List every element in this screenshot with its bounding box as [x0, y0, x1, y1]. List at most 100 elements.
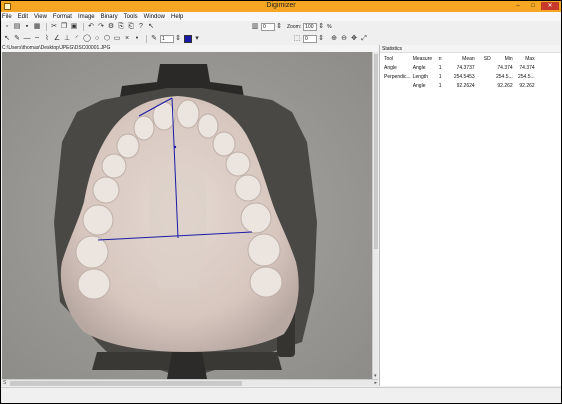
cell-sd — [476, 81, 492, 90]
window-title: Digimizer — [266, 2, 296, 9]
dental-cast-photo — [2, 52, 372, 379]
menu-binary[interactable]: Binary — [101, 14, 118, 20]
menu-file[interactable]: File — [2, 14, 12, 20]
spin-icon[interactable]: ⇕ — [275, 23, 283, 31]
cell-measure: Angle — [412, 64, 426, 71]
toolbar-tools: ↖ ✎ — ╌ ⌇ ∠ ⊥ ◜ ◯ ○ ⬡ ▭ × • ✎ 1 ⇕ ▾ ⬚ 0 … — [1, 33, 561, 45]
col-header-mean[interactable]: Mean — [448, 54, 476, 63]
col-header-max[interactable]: Max — [514, 54, 536, 63]
menu-window[interactable]: Window — [144, 14, 165, 20]
print-icon[interactable]: ▦ — [33, 23, 41, 31]
maximize-button[interactable]: □ — [526, 2, 540, 10]
copy-icon[interactable]: ❐ — [60, 23, 68, 31]
grid-icon[interactable]: ▥ — [251, 23, 259, 31]
close-button[interactable]: ✕ — [541, 2, 559, 10]
cell-n: 1 — [438, 64, 442, 71]
table-row[interactable]: Angle Angle 1 74.3737 74.374 74.374 — [383, 63, 536, 72]
pan-icon[interactable]: ✥ — [350, 35, 358, 43]
pen-icon[interactable]: ✎ — [13, 35, 21, 43]
arc-icon[interactable]: ◜ — [73, 35, 81, 43]
toolbar-divider — [83, 23, 84, 31]
toolbar-divider — [46, 23, 47, 31]
col-header-sd[interactable]: SD — [476, 54, 492, 63]
draw-tool-icon[interactable]: ✎ — [150, 35, 158, 43]
cell-min: 92.262 — [497, 82, 513, 89]
col-header-n[interactable]: n — [438, 54, 448, 63]
select-arrow-icon[interactable]: ↖ — [3, 35, 11, 43]
copy-image-icon[interactable]: ⎘ — [117, 23, 125, 31]
image-canvas[interactable] — [2, 52, 372, 379]
zoom-unit: % — [327, 24, 332, 30]
polygon-icon[interactable]: ⬡ — [103, 35, 111, 43]
cell-measure: Angle — [412, 82, 426, 89]
zoom-label: Zoom: — [287, 24, 302, 30]
angle-icon[interactable]: ∠ — [53, 35, 61, 43]
col-header-measure[interactable]: Measure — [412, 54, 438, 63]
line-color-swatch[interactable] — [184, 35, 192, 43]
col-header-min[interactable]: Min — [492, 54, 514, 63]
save-icon[interactable]: ▪ — [23, 23, 31, 31]
cell-measure: Length — [412, 73, 428, 80]
menu-format[interactable]: Format — [53, 14, 72, 20]
marker-icon[interactable]: × — [123, 35, 131, 43]
table-row[interactable]: Perpendic... Length 1 254.5453 254.5... … — [383, 72, 536, 81]
polyline-icon[interactable]: ⌇ — [43, 35, 51, 43]
rectangle-icon[interactable]: ▭ — [113, 35, 121, 43]
ellipse-icon[interactable]: ◯ — [83, 35, 91, 43]
zoom-input[interactable]: 100 — [303, 23, 318, 31]
paste-icon[interactable]: ▣ — [70, 23, 78, 31]
open-folder-icon[interactable]: ▤ — [13, 23, 21, 31]
snap-spin-icon[interactable]: ⇕ — [317, 35, 325, 43]
cell-mean: 74.3737 — [456, 64, 475, 71]
menu-help[interactable]: Help — [171, 14, 183, 20]
redo-icon[interactable]: ↷ — [97, 23, 105, 31]
cut-icon[interactable]: ✂ — [50, 23, 58, 31]
line-width-spin-icon[interactable]: ⇕ — [174, 35, 182, 43]
scroll-left-label[interactable]: S — [3, 380, 6, 386]
help-icon[interactable]: ? — [137, 23, 145, 31]
dashed-line-icon[interactable]: ╌ — [33, 35, 41, 43]
paste-image-icon[interactable]: ⎗ — [127, 23, 135, 31]
cell-max: 74.374 — [519, 64, 535, 71]
vertical-scrollbar[interactable]: ▾ — [372, 52, 378, 379]
image-path: C:\Users\thomas\Desktop\JPEG\DSC00001.JP… — [1, 45, 378, 52]
color-dropdown-icon[interactable]: ▾ — [193, 35, 201, 43]
circle-icon[interactable]: ○ — [93, 35, 101, 43]
cell-min: 254.5... — [496, 73, 513, 80]
horizontal-scrollbar[interactable]: S ▸ — [2, 379, 378, 386]
table-row[interactable]: Angle 1 92.2624 92.262 92.262 — [383, 81, 536, 90]
fit-window-icon[interactable]: ⤢ — [360, 35, 368, 43]
new-file-icon[interactable]: ▫ — [3, 23, 11, 31]
point-icon[interactable]: • — [133, 35, 141, 43]
horizontal-scroll-thumb[interactable] — [10, 381, 242, 386]
pointer-help-icon[interactable]: ↖ — [147, 23, 155, 31]
statistics-panel: Statistics Tool Measure n Mean SD Min Ma… — [379, 45, 561, 386]
cell-tool: Angle — [384, 64, 397, 71]
zoom-out-icon[interactable]: ⊖ — [340, 35, 348, 43]
cell-mean: 92.2624 — [456, 82, 475, 89]
cell-tool: Perpendic... — [384, 73, 411, 80]
undo-icon[interactable]: ↶ — [87, 23, 95, 31]
zoom-tool-icon[interactable]: ⬚ — [293, 35, 301, 43]
title-bar: Digimizer – □ ✕ — [1, 1, 561, 12]
vertical-scroll-thumb[interactable] — [374, 54, 378, 249]
menu-tools[interactable]: Tools — [124, 14, 138, 20]
line-width-field[interactable]: 1 — [160, 35, 174, 43]
zoom-spin-icon[interactable]: ⇕ — [317, 23, 325, 31]
table-header-row: Tool Measure n Mean SD Min Max — [383, 54, 536, 63]
threshold-field[interactable]: 0 — [261, 23, 275, 31]
col-header-tool[interactable]: Tool — [383, 54, 412, 63]
perpendicular-icon[interactable]: ⊥ — [63, 35, 71, 43]
snap-field[interactable]: 0 — [303, 35, 317, 43]
settings-icon[interactable]: ⚙ — [107, 23, 115, 31]
zoom-in-icon[interactable]: ⊕ — [330, 35, 338, 43]
scroll-right-icon[interactable]: ▸ — [374, 380, 377, 386]
menu-image[interactable]: Image — [78, 14, 95, 20]
line-icon[interactable]: — — [23, 35, 31, 43]
menu-view[interactable]: View — [34, 14, 47, 20]
cell-tool — [383, 81, 412, 90]
menu-edit[interactable]: Edit — [18, 14, 28, 20]
cell-mean: 254.5453 — [453, 73, 475, 80]
minimize-button[interactable]: – — [511, 2, 525, 10]
statistics-title: Statistics — [380, 45, 561, 53]
